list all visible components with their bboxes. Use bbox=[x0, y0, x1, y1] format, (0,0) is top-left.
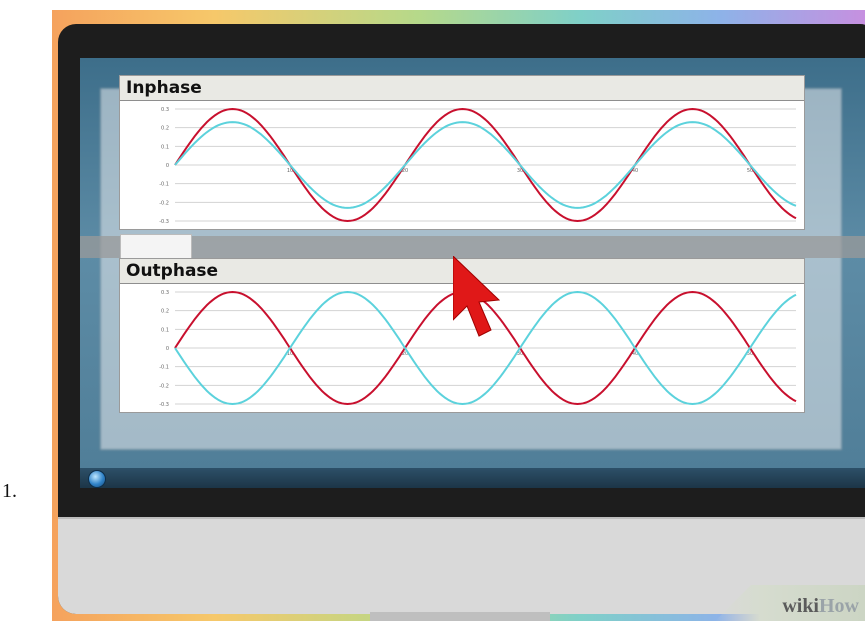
y-tick-label: -0.3 bbox=[159, 402, 169, 408]
y-tick-label: 0.2 bbox=[161, 126, 169, 132]
monitor-screen: Inphase 0.3 0.2 0.1 0 -0.1 -0.2 -0.3 10 20 30 40 50… bbox=[80, 58, 865, 488]
y-tick-label: 0.3 bbox=[161, 290, 169, 296]
y-tick-label: -0.2 bbox=[159, 383, 169, 389]
y-tick-label: -0.1 bbox=[159, 365, 169, 371]
y-tick-label: 0 bbox=[166, 163, 169, 169]
y-tick-label: 0 bbox=[166, 346, 169, 352]
inphase-panel: Inphase 0.3 0.2 0.1 0 -0.1 -0.2 -0.3 10 20 30 40 50 bbox=[119, 75, 805, 230]
list-number: 1. bbox=[2, 480, 17, 502]
watermark-wiki: wiki bbox=[782, 595, 819, 617]
illustration: Inphase 0.3 0.2 0.1 0 -0.1 -0.2 -0.3 10 20 30 40 50… bbox=[52, 10, 865, 621]
watermark-how: How bbox=[819, 595, 859, 617]
taskbar bbox=[80, 468, 865, 488]
y-tick-label: -0.3 bbox=[159, 219, 169, 225]
background-toolbar bbox=[80, 236, 865, 258]
inphase-title: Inphase bbox=[120, 76, 804, 101]
windows-start-icon[interactable] bbox=[88, 470, 106, 488]
y-tick-label: -0.2 bbox=[159, 200, 169, 206]
y-tick-label: 0.3 bbox=[161, 107, 169, 113]
y-tick-label: 0.2 bbox=[161, 309, 169, 315]
y-tick-label: -0.1 bbox=[159, 182, 169, 188]
y-tick-label: 0.1 bbox=[161, 327, 169, 333]
mouse-pointer-icon bbox=[453, 256, 501, 337]
inphase-chart: 0.30.20.10-0.1-0.2-0.310 20 30 40 50 bbox=[159, 107, 797, 225]
monitor-stand bbox=[370, 612, 550, 621]
y-tick-label: 0.1 bbox=[161, 144, 169, 150]
